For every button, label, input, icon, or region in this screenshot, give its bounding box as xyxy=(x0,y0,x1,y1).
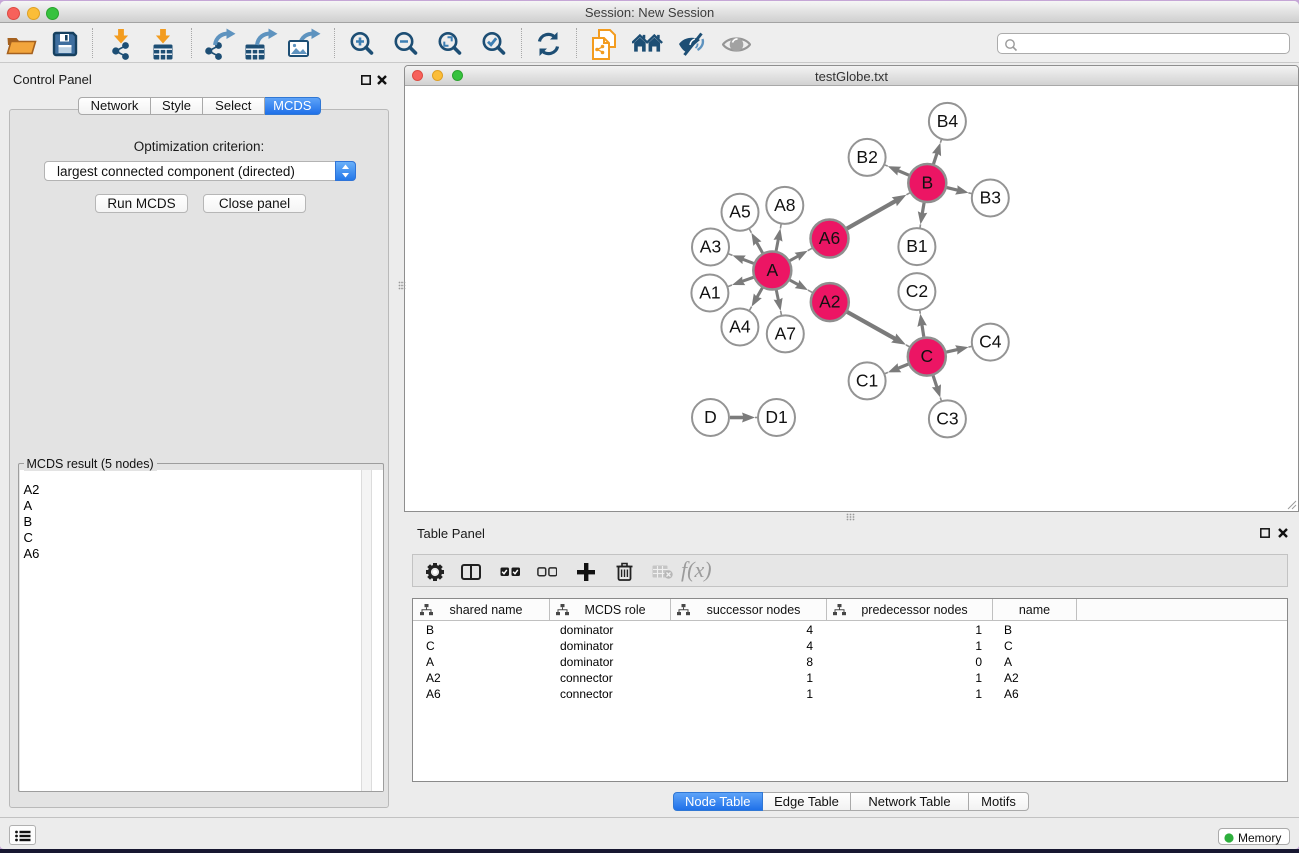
svg-text:C4: C4 xyxy=(979,331,1002,351)
svg-text:A6: A6 xyxy=(819,228,840,248)
svg-text:C3: C3 xyxy=(936,408,958,428)
svg-text:C: C xyxy=(920,346,933,366)
svg-text:D1: D1 xyxy=(765,407,787,427)
svg-text:A3: A3 xyxy=(700,236,721,256)
svg-text:B3: B3 xyxy=(980,187,1001,207)
svg-text:A4: A4 xyxy=(729,316,751,336)
svg-text:A2: A2 xyxy=(819,291,840,311)
svg-text:D: D xyxy=(704,407,717,427)
svg-text:A: A xyxy=(766,260,778,280)
svg-text:A5: A5 xyxy=(729,201,750,221)
svg-text:C2: C2 xyxy=(906,281,928,301)
svg-text:A8: A8 xyxy=(774,194,795,214)
svg-text:A7: A7 xyxy=(775,323,796,343)
svg-text:C1: C1 xyxy=(856,370,878,390)
svg-text:B2: B2 xyxy=(856,146,877,166)
svg-text:B4: B4 xyxy=(937,110,959,130)
svg-text:B: B xyxy=(921,172,933,192)
svg-text:B1: B1 xyxy=(906,236,927,256)
svg-text:A1: A1 xyxy=(699,282,720,302)
